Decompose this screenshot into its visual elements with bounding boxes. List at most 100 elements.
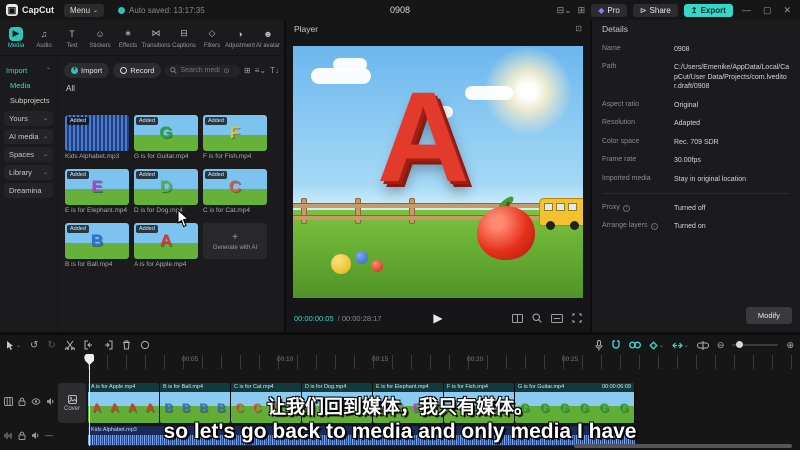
autosave-dot-icon (118, 6, 126, 14)
sidebar-item-ai-media[interactable]: AI media ⌄ (4, 129, 53, 144)
added-badge: Added (136, 117, 158, 125)
chevron-down-icon: ⌄ (42, 116, 48, 122)
filter-type-icon[interactable]: T↓ (270, 66, 279, 75)
sidebar-item-dreamina[interactable]: Dreamina (4, 183, 53, 198)
tab-effects[interactable]: ∗ Effects (114, 27, 142, 49)
minimize-button[interactable]: — (739, 5, 754, 15)
magnet-icon[interactable] (611, 340, 621, 350)
media-item-b-ball[interactable]: Added B B is for Ball.mp4 (65, 223, 131, 275)
redo-icon[interactable]: ↻ (47, 340, 55, 351)
zoom-slider-knob[interactable] (736, 341, 744, 348)
timeline-ruler[interactable]: 00:05 00:10 00:15 00:20 00:25 (88, 355, 800, 369)
audio-track-clip[interactable]: Kids Alphabet.mp3 (88, 426, 635, 446)
sidebar-item-media[interactable]: Media (0, 78, 57, 93)
import-button[interactable]: + Import (64, 63, 110, 78)
tab-ai-avatar[interactable]: ☻ AI avatar (254, 27, 282, 49)
search-box[interactable]: ⊙ (165, 64, 241, 77)
clip-g-guitar[interactable]: G is for Guitar.mp4 00:00:06:09 GGGGGG (515, 383, 635, 423)
asset-tabs: ▶ Media ♫ Audio T Text ☺ Stickers ∗ Effects ⋈… (0, 20, 284, 56)
panel-layout-icon[interactable]: ⊞ (578, 5, 586, 16)
play-button[interactable]: ▶ (433, 311, 442, 325)
bus-wheel (546, 221, 555, 230)
collapse-track-icon[interactable]: — (45, 431, 53, 440)
menu-button[interactable]: Menu ⌄ (64, 3, 105, 17)
chevron-down-icon: ⌄ (42, 170, 48, 176)
modify-button[interactable]: Modify (745, 307, 792, 324)
horizontal-scrollbar[interactable] (574, 444, 792, 448)
media-item-c-cat[interactable]: Added C C is for Cat.mp4 (203, 169, 269, 221)
generate-with-ai-card[interactable]: + Generate with AI (203, 223, 269, 275)
split-icon[interactable] (64, 340, 75, 350)
sidebar-item-library[interactable]: Library ⌄ (4, 165, 53, 180)
media-item-e-elephant[interactable]: Added E E is for Elephant.mp4 (65, 169, 131, 221)
link-icon[interactable] (628, 341, 641, 349)
clip-b-ball[interactable]: B is for Ball.mp4 BBBB (160, 383, 231, 423)
playhead[interactable] (85, 354, 94, 446)
voiceover-mic-icon[interactable] (595, 339, 603, 351)
media-panel: ▶ Media ♫ Audio T Text ☺ Stickers ∗ Effects ⋈… (0, 20, 284, 332)
delete-icon[interactable] (122, 340, 131, 350)
sidebar-item-spaces[interactable]: Spaces ⌄ (4, 147, 53, 162)
auto-ripple-icon[interactable]: ⌄ (672, 341, 689, 350)
pro-button[interactable]: ◆ Pro (591, 3, 627, 17)
track-thumbnail-icon[interactable] (4, 397, 13, 406)
select-tool-icon[interactable]: ⌄ (6, 340, 21, 350)
media-item-f-fish[interactable]: Added F F is for Fish.mp4 (203, 115, 269, 167)
maximize-button[interactable]: ▢ (760, 5, 775, 16)
search-input[interactable] (180, 67, 221, 74)
sidebar-item-import[interactable]: Import ⌃ (0, 63, 57, 78)
undo-icon[interactable]: ↺ (30, 340, 38, 351)
close-button[interactable]: ✕ (780, 5, 794, 16)
player-detach-icon[interactable]: ⊡ (575, 24, 582, 33)
info-icon[interactable]: i (650, 223, 658, 231)
view-toggle-icon[interactable]: ⊞ (244, 66, 251, 75)
speaker-icon[interactable] (46, 397, 55, 406)
share-button[interactable]: ⊳ Share (632, 3, 678, 17)
media-content: +Import Record ⊙ ⊞ ≡⌄ T↓ All Added Kids … (59, 57, 284, 332)
tab-media[interactable]: ▶ Media (2, 26, 30, 49)
info-icon[interactable]: i (622, 204, 630, 212)
tab-transitions[interactable]: ⋈ Transitions (141, 27, 170, 49)
tab-text[interactable]: T Text (58, 27, 86, 49)
eye-icon[interactable] (31, 398, 41, 405)
preview-canvas[interactable]: A (293, 46, 583, 298)
clip-f-fish[interactable]: F is for Fish.mp4 FFFF (444, 383, 515, 423)
zoom-in-icon[interactable]: ⊕ (786, 340, 794, 351)
preview-axis-icon[interactable] (696, 340, 709, 350)
timeline-zoom-slider[interactable] (732, 341, 779, 348)
filter-all-label[interactable]: All (59, 82, 284, 97)
delete-left-icon[interactable] (84, 340, 94, 350)
speaker-icon[interactable] (31, 431, 40, 440)
ratio-icon[interactable] (551, 313, 563, 323)
media-item-a-apple[interactable]: Added A A is for Apple.mp4 (134, 223, 200, 275)
zoom-inspect-icon[interactable] (532, 313, 542, 323)
delete-right-icon[interactable] (103, 340, 113, 350)
tab-stickers[interactable]: ☺ Stickers (86, 27, 114, 49)
search-filter-icon[interactable]: ⊙ (223, 67, 229, 75)
sidebar-item-subprojects[interactable]: Subprojects (0, 93, 57, 108)
fullscreen-icon[interactable] (572, 313, 582, 323)
tab-audio[interactable]: ♫ Audio (30, 27, 58, 49)
project-title: 0908 (389, 5, 411, 15)
media-item-kids-alphabet[interactable]: Added Kids Alphabet.mp3 (65, 115, 131, 167)
split-screen-icon[interactable] (512, 313, 523, 323)
cover-button[interactable]: Cover (58, 383, 86, 423)
clip-c-cat[interactable]: C is for Cat.mp4 CCCC (231, 383, 302, 423)
zoom-out-icon[interactable]: ⊖ (717, 340, 725, 351)
clip-d-dog[interactable]: D is for Dog.mp4 DDDD (302, 383, 373, 423)
sort-icon[interactable]: ≡⌄ (255, 66, 266, 75)
tab-filters[interactable]: ◇ Filters (198, 27, 226, 49)
keyframe-icon[interactable]: ⌄ (649, 340, 664, 350)
tab-captions[interactable]: ⊟ Captions (170, 27, 198, 49)
sidebar-item-yours[interactable]: Yours ⌄ (4, 111, 53, 126)
tab-adjustment[interactable]: ◑ Adjustment (225, 27, 255, 49)
layout-toggle-icon[interactable]: ⊟⌄ (557, 5, 572, 16)
clip-a-apple[interactable]: A is for Apple.mp4 AAAA (88, 383, 160, 423)
clip-e-elephant[interactable]: E is for Elephant.mp4 EEEE (373, 383, 444, 423)
record-button[interactable]: Record (113, 63, 162, 78)
media-item-g-guitar[interactable]: Added G G is for Guitar.mp4 (134, 115, 200, 167)
mask-icon[interactable] (140, 340, 150, 350)
lock-icon[interactable] (18, 431, 26, 440)
lock-icon[interactable] (18, 397, 26, 406)
export-button[interactable]: ↥ Export (683, 3, 733, 17)
